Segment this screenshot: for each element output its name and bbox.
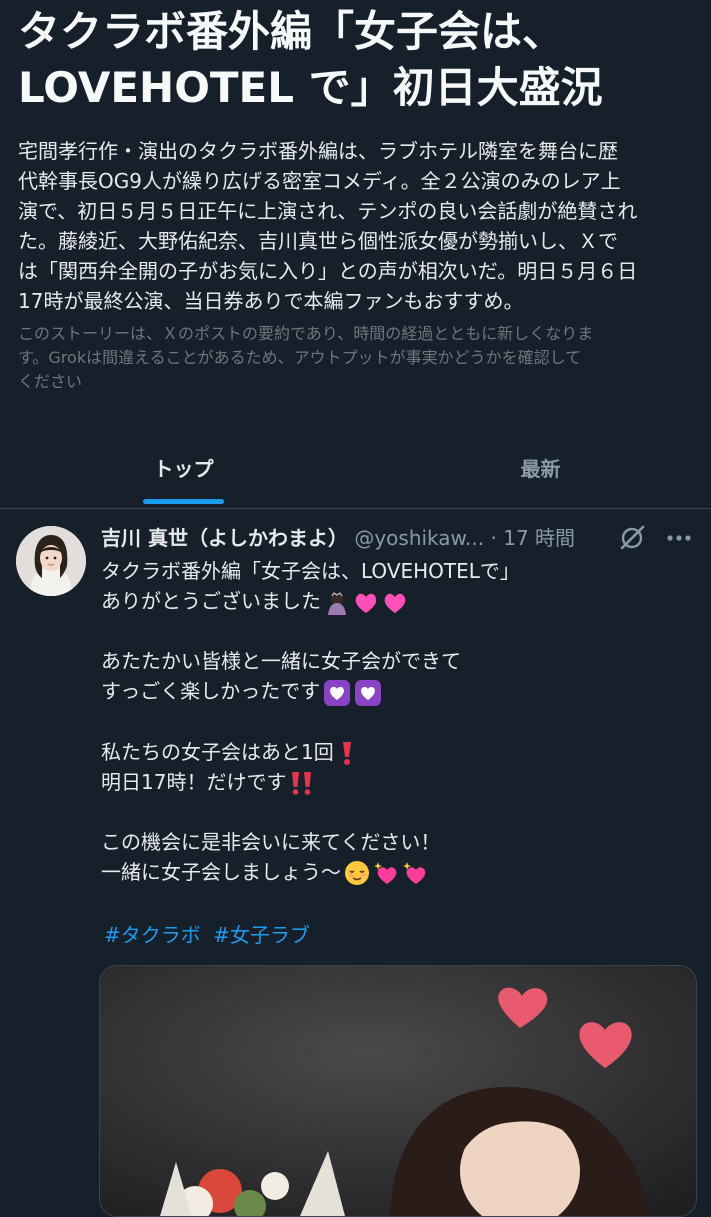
hashtag-link[interactable]: #タクラボ bbox=[104, 923, 201, 947]
relieved-face-emoji-icon bbox=[345, 861, 369, 885]
heart-decoration-emoji-icon bbox=[355, 679, 382, 706]
story-title: タクラボ番外編「女子会は、 LOVEHOTEL で」初日大盛況 bbox=[18, 4, 698, 116]
post-line-with-emoji: 一緒に女子会しましょう〜 bbox=[101, 857, 691, 887]
active-tab-indicator bbox=[143, 499, 224, 504]
avatar-image bbox=[16, 526, 86, 596]
author-name[interactable]: 吉川 真世（よしかわまよ） bbox=[101, 526, 348, 550]
post-text: タクラボ番外編「女子会は、LOVEHOTELで」 ありがとうございました あたた… bbox=[101, 556, 691, 887]
post-line: あたたかい皆様と一緒に女子会ができて bbox=[101, 649, 461, 673]
summary-line: た。藤綾近、大野佑紀奈、吉川真世ら個性派女優が勢揃いし、Ｘで bbox=[18, 229, 618, 253]
pink-heart-emoji-icon bbox=[384, 593, 406, 613]
story-title-line-1: タクラボ番外編「女子会は、 bbox=[18, 7, 565, 56]
post-header: 吉川 真世（よしかわまよ） @yoshikaw... · 17 時間 bbox=[101, 521, 601, 555]
post-line-text: 明日17時！だけです bbox=[101, 769, 287, 794]
hashtag-link[interactable]: #女子ラブ bbox=[213, 923, 310, 947]
disclaimer-line: このストーリーは、Ｘのポストの要約であり、時間の経過とともに新しくなりま bbox=[18, 324, 594, 343]
post-line: タクラボ番外編「女子会は、LOVEHOTELで」 bbox=[101, 559, 520, 583]
story-title-line-2: LOVEHOTEL で」初日大盛況 bbox=[18, 63, 603, 112]
more-dots-icon[interactable] bbox=[664, 524, 694, 552]
tab-latest[interactable]: 最新 bbox=[363, 426, 711, 508]
avatar[interactable] bbox=[16, 526, 86, 596]
tab-top[interactable]: トップ bbox=[6, 426, 361, 508]
sparkling-heart-emoji-icon bbox=[374, 862, 397, 884]
grok-disclaimer: このストーリーは、Ｘのポストの要約であり、時間の経過とともに新しくなりま す。G… bbox=[18, 322, 694, 394]
post-line-with-emoji: 明日17時！だけです bbox=[101, 767, 691, 797]
post-line-text: すっごく楽しかったです bbox=[101, 679, 321, 703]
post-photo[interactable] bbox=[99, 965, 697, 1217]
tab-bar: トップ 最新 bbox=[0, 426, 711, 509]
post-line: この機会に是非会いに来てください！ bbox=[101, 829, 441, 854]
disclaimer-line: す。Grokは間違えることがあるため、アウトプットが事実かどうかを確認して bbox=[18, 348, 582, 367]
post-line-with-emoji: 私たちの女子会はあと1回 bbox=[101, 737, 691, 767]
post-line-with-emoji: ありがとうございました bbox=[101, 586, 691, 616]
heart-decoration-emoji-icon bbox=[324, 679, 351, 706]
summary-line: 演で、初日５月５日正午に上演され、テンポの良い会話劇が絶賛され bbox=[18, 199, 638, 223]
post-time[interactable]: 17 時間 bbox=[503, 526, 575, 550]
post-line-text: ありがとうございました bbox=[101, 589, 321, 613]
post-line-with-emoji: すっごく楽しかったです bbox=[101, 676, 691, 707]
sparkling-heart-emoji-icon bbox=[403, 862, 426, 884]
summary-line: 17時が最終公演、当日券ありで本編ファンもおすすめ。 bbox=[18, 289, 524, 313]
summary-line: 代幹事長OG9人が繰り広げる密室コメディ。全２公演のみのレア上 bbox=[18, 169, 621, 193]
disclaimer-line: ください bbox=[18, 372, 83, 391]
red-exclamation-emoji-icon bbox=[342, 742, 351, 765]
pink-heart-emoji-icon bbox=[355, 593, 377, 613]
photo-image bbox=[100, 966, 696, 1216]
summary-line: は「関西弁全開の子がお気に入り」との声が相次いだ。明日５月６日 bbox=[18, 259, 638, 283]
post-line-text: 一緒に女子会しましょう〜 bbox=[101, 859, 341, 884]
woman-bowing-emoji-icon bbox=[328, 591, 346, 615]
hashtag-row: #タクラボ #女子ラブ bbox=[104, 920, 316, 950]
header-separator: · bbox=[490, 526, 497, 550]
author-handle[interactable]: @yoshikaw... bbox=[354, 526, 484, 550]
grok-slash-icon[interactable] bbox=[618, 524, 646, 552]
double-exclamation-emoji-icon bbox=[292, 772, 312, 795]
summary-line: 宅間孝行作・演出のタクラボ番外編は、ラブホテル隣室を舞台に歴 bbox=[18, 139, 618, 163]
story-summary: 宅間孝行作・演出のタクラボ番外編は、ラブホテル隣室を舞台に歴 代幹事長OG9人が… bbox=[18, 136, 694, 316]
post-line-text: 私たちの女子会はあと1回 bbox=[101, 739, 334, 764]
